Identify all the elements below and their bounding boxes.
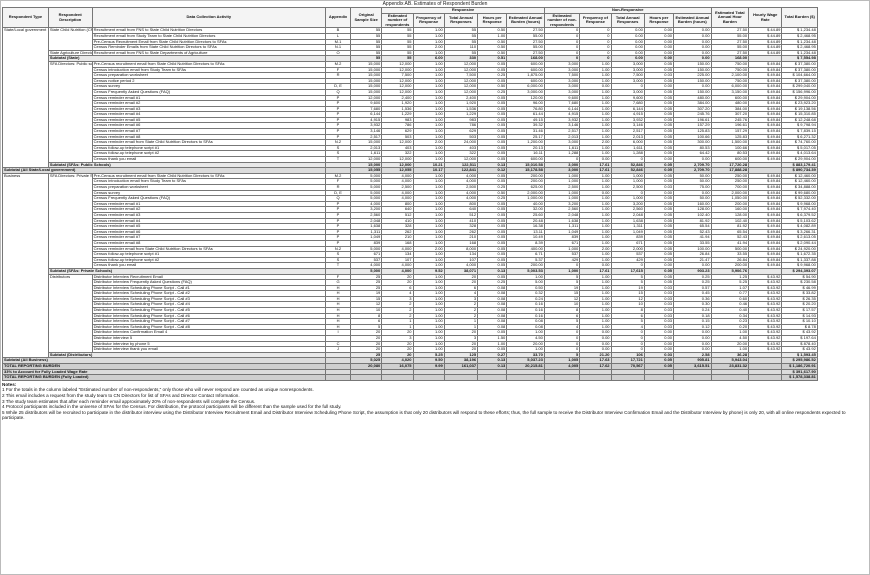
- table-row: SFA Directors: Public schoolsPre-Census …: [3, 60, 868, 163]
- table-row: Census preparation worksheet R 15,000 7,500…: [3, 72, 868, 79]
- col-est-respondents: Estimated number of respondents: [381, 12, 414, 29]
- table-row: Census introduction email from Study Tea…: [3, 178, 868, 185]
- col-hours-nr: Hours per Response: [643, 12, 675, 29]
- table-row: Census follow-up telephone script #2 S 537…: [3, 256, 868, 264]
- table-row: Census reminder email #6 P 1,311 262 1.00 262…: [3, 228, 868, 236]
- burden-table-body: State/Local government State Child Nutrit…: [1, 27, 868, 381]
- respondent-description-cell: SFA Directors: Private Schools: [47, 172, 93, 269]
- table-row: Census reminder email #2 P 9,600 1,920 1.00 1…: [3, 100, 868, 107]
- table-row: Census notice period 2 15,000 12,000 1.00 12…: [3, 77, 868, 85]
- table-cell: [643, 374, 675, 381]
- respondent-description-cell: Distributors: [47, 273, 93, 353]
- table-row: Census Frequently Asked Questions (FAQ) Q…: [3, 195, 868, 202]
- col-respondent-description: Respondent Description: [47, 6, 93, 29]
- respondent-type-cell: State/Local government: [2, 27, 49, 169]
- table-cell: [543, 374, 581, 381]
- respondent-description-cell: SFA Directors: Public schools: [47, 60, 93, 163]
- table-cell: [443, 374, 479, 381]
- col-original-sample: Original Sample Size: [350, 6, 383, 29]
- table-cell: [350, 374, 383, 381]
- table-row: Census Frequently Asked Questions (FAQ) Q…: [3, 88, 868, 96]
- table-row: State Agriculture Directors Recruitment e…: [3, 49, 868, 57]
- table-cell: [381, 374, 414, 381]
- table-row: Census introduction email from Study Tea…: [3, 66, 868, 74]
- burden-table: Respondent Type Respondent Description D…: [1, 6, 868, 381]
- col-hours-per-response: Hours per Response: [477, 12, 508, 29]
- col-frequency-nr: Frequency of Response: [579, 12, 612, 29]
- notes-list: 1 For the totals in the column labeled "…: [2, 387, 866, 421]
- table-row: Census Reminder Emails from State Child …: [3, 44, 868, 51]
- table-cell: [579, 374, 612, 381]
- col-est-nonrespondents: Estimated number of non-respondents: [543, 12, 581, 29]
- final-total-row: TOTAL REPORTING BURDEN (Fully Loaded) $ 1…: [1, 374, 868, 381]
- table-cell: [673, 374, 712, 381]
- col-est-annual-burden-nr: Estimated Annual Burden (hours): [673, 12, 712, 29]
- table-row: Census reminder email #7 P 3,146 629 1.00 629…: [3, 128, 868, 135]
- col-frequency: Frequency of Response: [412, 12, 445, 29]
- col-total-est-burden: Estimated Total Annual Hour Burden: [710, 6, 750, 29]
- table-row: Census reminder email #5 P 1,638 328 1.00 328…: [3, 223, 868, 230]
- table-row: Census reminder email from State Child N…: [3, 139, 868, 146]
- table-row: Census reminder email #3 P 7,680 1,536 1.00 1…: [3, 105, 868, 113]
- final-total-row-label: TOTAL REPORTING BURDEN (Fully Loaded): [1, 374, 327, 381]
- table-row: Distributor interview by phone 5 C 20 20 1.0…: [3, 340, 868, 348]
- col-total-cost: Total Burden ($): [781, 6, 818, 29]
- table-cell: [325, 374, 352, 381]
- col-est-annual-burden: Estimated Annual Burden (hours): [506, 12, 545, 29]
- table-row: Pre-Census Recruitment Email from State …: [3, 38, 868, 46]
- table-cell: [748, 374, 783, 381]
- table-row: Recruitment email from Study Team to Sta…: [3, 33, 868, 40]
- table-row: Census reminder email #6 P 3,932 786 1.00 786…: [3, 122, 868, 130]
- burden-table-page: Appendix AB. Estimates of Respondent Bur…: [0, 0, 870, 575]
- table-row: Census reminder email #1 P 12,000 2,400 1.00…: [3, 94, 868, 102]
- col-total-responses: Total Annual Responses: [443, 12, 479, 29]
- table-cell: [477, 374, 508, 381]
- table-row: Census follow-up telephone script #1 S 2,0…: [3, 144, 868, 152]
- table-row: Census reminder email #8 P 2,517 503 1.00 503…: [3, 133, 868, 141]
- table-row: Census thank you email T 4,000 4,000 1.00 4,0…: [3, 262, 868, 269]
- table-row: Census reminder email #3 P 2,560 512 1.00 512…: [3, 212, 868, 219]
- col-total-responses-nr: Total Annual Responses: [610, 12, 645, 29]
- respondent-type-cell: Business: [2, 172, 49, 359]
- table-row: Census reminder email #1 P 4,000 800 1.00 800…: [3, 200, 868, 208]
- table-cell: [710, 374, 750, 381]
- table-cell: [506, 374, 545, 381]
- table-row: Census preparation worksheet R 5,000 2,500 1…: [3, 184, 868, 191]
- table-row: Census reminder email #4 P 6,144 1,229 1.00 1…: [3, 111, 868, 118]
- table-row: Census reminder email #5 P 4,915 983 1.00 983…: [3, 116, 868, 124]
- table-row: Census reminder email #8 P 839 168 1.00 168 0.…: [3, 239, 868, 247]
- col-hourly-wage: Hourly Wage Rate: [748, 6, 783, 29]
- table-row: Census thank you email T 12,000 12,000 1.00 1…: [3, 156, 868, 163]
- table-row: Census reminder email from State Child N…: [3, 245, 868, 253]
- table-cell: $ 1,578,338.81: [781, 374, 818, 381]
- notes-block: Notes: 1 For the totals in the column la…: [2, 382, 866, 421]
- table-row: Census reminder email #7 P 1,049 210 1.00 210…: [3, 234, 868, 241]
- table-row: Census reminder email #4 P 2,048 410 1.00 410…: [3, 217, 868, 225]
- table-row: State/Local government State Child Nutrit…: [2, 27, 868, 169]
- col-respondent-type: Respondent Type: [2, 6, 49, 29]
- respondent-description-cell: State Agriculture Directors: [47, 49, 93, 57]
- respondent-description-cell: State Child Nutrition (CN) Directors: [47, 27, 93, 51]
- table-row: Census reminder email #2 P 3,200 640 1.00 640…: [3, 206, 868, 213]
- note-item: 5 While 25 distributors will be recruite…: [2, 409, 846, 421]
- col-appendix: Appendix: [325, 6, 352, 29]
- table-row: Census follow-up telephone script #1 S 671…: [3, 251, 868, 258]
- col-activity: Data Collection Activity: [91, 6, 327, 29]
- table-row: BusinessSFA Directors: Private SchoolsPr…: [2, 172, 868, 359]
- table-cell: [610, 374, 645, 381]
- table-cell: [412, 374, 445, 381]
- table-row: Census follow-up telephone script #2 S 1,6…: [3, 150, 868, 157]
